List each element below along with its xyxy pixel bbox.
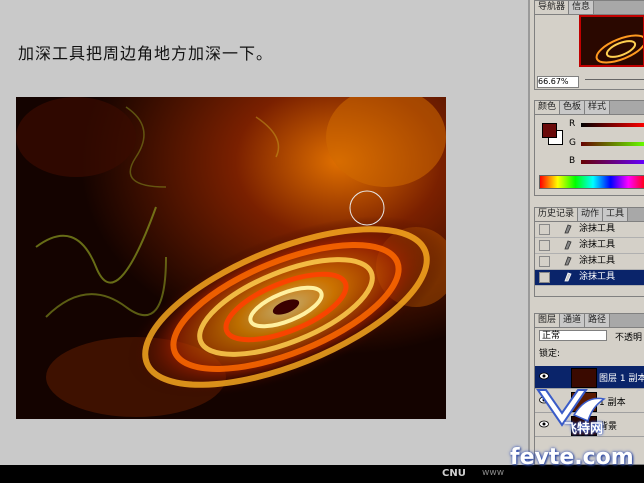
history-panel: 历史记录 动作 工具 涂抹工具 涂抹工具 涂抹工具 涂抹工具 xyxy=(534,207,644,297)
eye-icon[interactable] xyxy=(539,372,549,380)
history-snapshot-checkbox[interactable] xyxy=(539,240,550,251)
green-channel-label: G xyxy=(569,138,576,148)
smudge-tool-icon xyxy=(563,239,573,250)
tab-layers[interactable]: 图层 xyxy=(535,314,561,327)
tab-styles[interactable]: 样式 xyxy=(585,101,611,114)
green-slider[interactable] xyxy=(581,142,644,146)
navigator-tabs: 导航器 信息 xyxy=(535,1,644,15)
history-snapshot-checkbox[interactable] xyxy=(539,224,550,235)
history-tabs: 历史记录 动作 工具 xyxy=(535,208,644,222)
watermark-url: fevte.com xyxy=(510,445,634,470)
tab-color[interactable]: 颜色 xyxy=(535,101,561,114)
artwork-image[interactable] xyxy=(16,97,446,419)
history-item-selected[interactable]: 涂抹工具 xyxy=(535,270,644,286)
history-item-label: 涂抹工具 xyxy=(579,256,616,266)
history-item-label: 涂抹工具 xyxy=(579,224,616,234)
tab-paths[interactable]: 路径 xyxy=(585,314,611,327)
blue-slider[interactable] xyxy=(581,160,644,164)
navigator-panel: 导航器 信息 66.67% xyxy=(534,0,644,90)
color-tabs: 颜色 色板 样式 xyxy=(535,101,644,115)
history-item-label: 涂抹工具 xyxy=(579,240,616,250)
galaxy-artwork xyxy=(16,97,446,419)
brand-logo: CNU xyxy=(442,468,466,479)
tab-swatches[interactable]: 色板 xyxy=(560,101,586,114)
color-spectrum-bar[interactable] xyxy=(539,175,644,189)
history-item[interactable]: 涂抹工具 xyxy=(535,238,644,254)
document-canvas-area: 加深工具把周边角地方加深一下。 xyxy=(0,0,528,465)
tab-info[interactable]: 信息 xyxy=(569,1,595,14)
history-item[interactable]: 涂抹工具 xyxy=(535,254,644,270)
navigator-preview[interactable] xyxy=(579,15,644,67)
smudge-tool-icon xyxy=(563,255,573,266)
layer-name: 图层 1 副本 xyxy=(599,374,644,384)
watermark-text: 飞特网 xyxy=(564,422,604,437)
tab-navigator[interactable]: 导航器 xyxy=(535,1,570,14)
history-snapshot-checkbox[interactable] xyxy=(539,256,550,267)
foreground-color-swatch[interactable] xyxy=(542,123,557,138)
color-panel: 颜色 色板 样式 R G B xyxy=(534,100,644,196)
history-item[interactable]: 涂抹工具 xyxy=(535,222,644,238)
zoom-slider[interactable] xyxy=(585,79,644,84)
tab-actions[interactable]: 动作 xyxy=(578,208,604,221)
tab-history[interactable]: 历史记录 xyxy=(535,208,579,221)
red-slider[interactable] xyxy=(581,123,644,127)
instruction-text: 加深工具把周边角地方加深一下。 xyxy=(18,44,274,63)
zoom-input[interactable]: 66.67% xyxy=(537,76,579,88)
opacity-label: 不透明 xyxy=(615,333,643,343)
brand-url: www xyxy=(482,468,505,478)
layers-tabs: 图层 通道 路径 xyxy=(535,314,644,328)
tab-tools[interactable]: 工具 xyxy=(603,208,629,221)
blue-channel-label: B xyxy=(569,156,576,166)
site-watermark: 飞特网 fevte.com xyxy=(510,385,644,483)
blend-mode-select[interactable]: 正常 xyxy=(539,330,607,341)
smudge-tool-icon xyxy=(563,223,573,234)
history-snapshot-checkbox[interactable] xyxy=(539,272,550,283)
history-item-label: 涂抹工具 xyxy=(579,272,616,282)
lock-label: 锁定: xyxy=(539,349,561,359)
red-channel-label: R xyxy=(569,119,576,129)
tab-channels[interactable]: 通道 xyxy=(560,314,586,327)
navigator-thumbnail-image xyxy=(581,17,643,65)
smudge-tool-icon xyxy=(563,271,573,282)
